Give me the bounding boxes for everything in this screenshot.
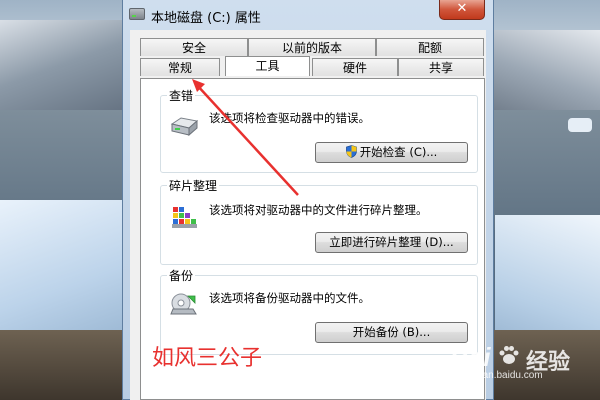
error-check-group: 查错 该选项将检查驱动器中的错误。 开始检查 (C)...: [160, 87, 478, 173]
defrag-icon: [172, 207, 197, 228]
group-title-backup: 备份: [167, 267, 196, 284]
tab-sharing[interactable]: 共享: [398, 58, 484, 76]
tab-tools[interactable]: 工具: [225, 56, 310, 76]
drive-title-icon: [129, 8, 145, 20]
backup-description: 该选项将备份驱动器中的文件。: [209, 291, 370, 305]
defrag-now-button[interactable]: 立即进行碎片整理 (D)...: [315, 232, 468, 253]
start-check-button[interactable]: 开始检查 (C)...: [315, 142, 468, 163]
tab-hardware[interactable]: 硬件: [312, 58, 398, 76]
tab-general[interactable]: 常规: [140, 58, 220, 76]
window-title: 本地磁盘 (C:) 属性: [151, 11, 261, 26]
defrag-group: 碎片整理 该选项将对驱动器中的文件进行碎片整理。 立即进行碎片整理 (D)...: [160, 177, 478, 265]
check-description: 该选项将检查驱动器中的错误。: [209, 111, 370, 125]
start-backup-button[interactable]: 开始备份 (B)...: [315, 322, 468, 343]
group-title-check: 查错: [167, 87, 196, 104]
defrag-description: 该选项将对驱动器中的文件进行碎片整理。: [209, 203, 428, 217]
start-check-label: 开始检查 (C)...: [359, 145, 438, 159]
baidu-url: jingyan.baidu.com: [462, 370, 543, 381]
hard-drive-icon: [170, 117, 199, 137]
close-button[interactable]: ✕: [439, 0, 485, 20]
baidu-jingyan-watermark: Bai 经验 jingyan.baidu.com: [450, 340, 585, 381]
wallpaper-ice-floe: [568, 118, 592, 132]
tab-quota[interactable]: 配额: [376, 38, 484, 56]
uac-shield-icon: [345, 145, 357, 158]
tab-security[interactable]: 安全: [140, 38, 248, 56]
author-watermark: 如风三公子: [152, 346, 263, 371]
tab-previous-versions[interactable]: 以前的版本: [248, 38, 376, 56]
title-bar[interactable]: 本地磁盘 (C:) 属性 ✕: [123, 0, 493, 30]
backup-icon: [170, 293, 197, 315]
group-title-defrag: 碎片整理: [167, 177, 220, 194]
baidu-paw-icon: [499, 346, 519, 364]
baidu-brand-text: Bai: [450, 342, 491, 372]
